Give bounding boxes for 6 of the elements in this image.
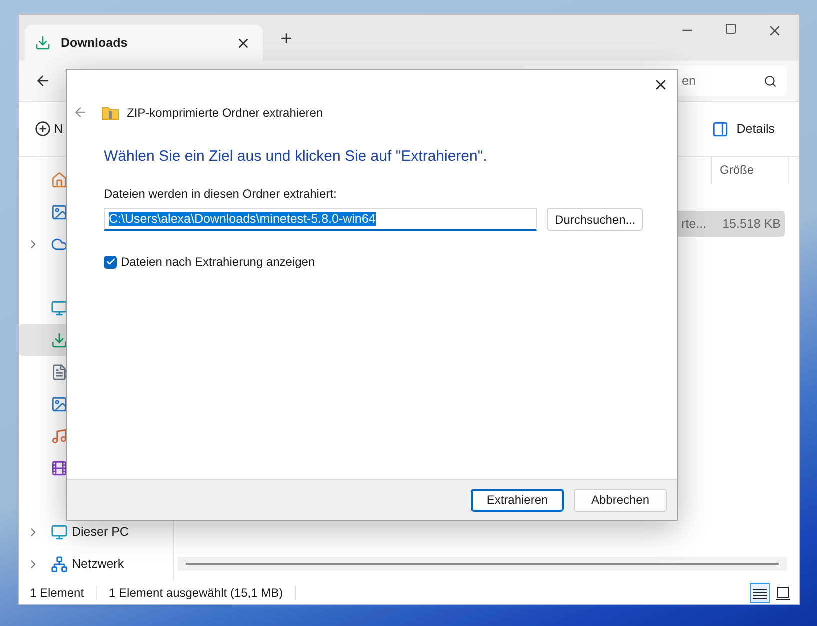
selection-info: 1 Element ausgewählt (15,1 MB) (109, 586, 296, 600)
checkbox-label: Dateien nach Extrahierung anzeigen (121, 255, 316, 269)
dialog-title: ZIP-komprimierte Ordner extrahieren (127, 106, 324, 120)
path-label: Dateien werden in diesen Ordner extrahiert: (104, 187, 338, 201)
item-count: 1 Element (30, 586, 98, 600)
dialog-heading: Wählen Sie ein Ziel aus und klicken Sie auf "Extrahieren". (104, 148, 488, 165)
